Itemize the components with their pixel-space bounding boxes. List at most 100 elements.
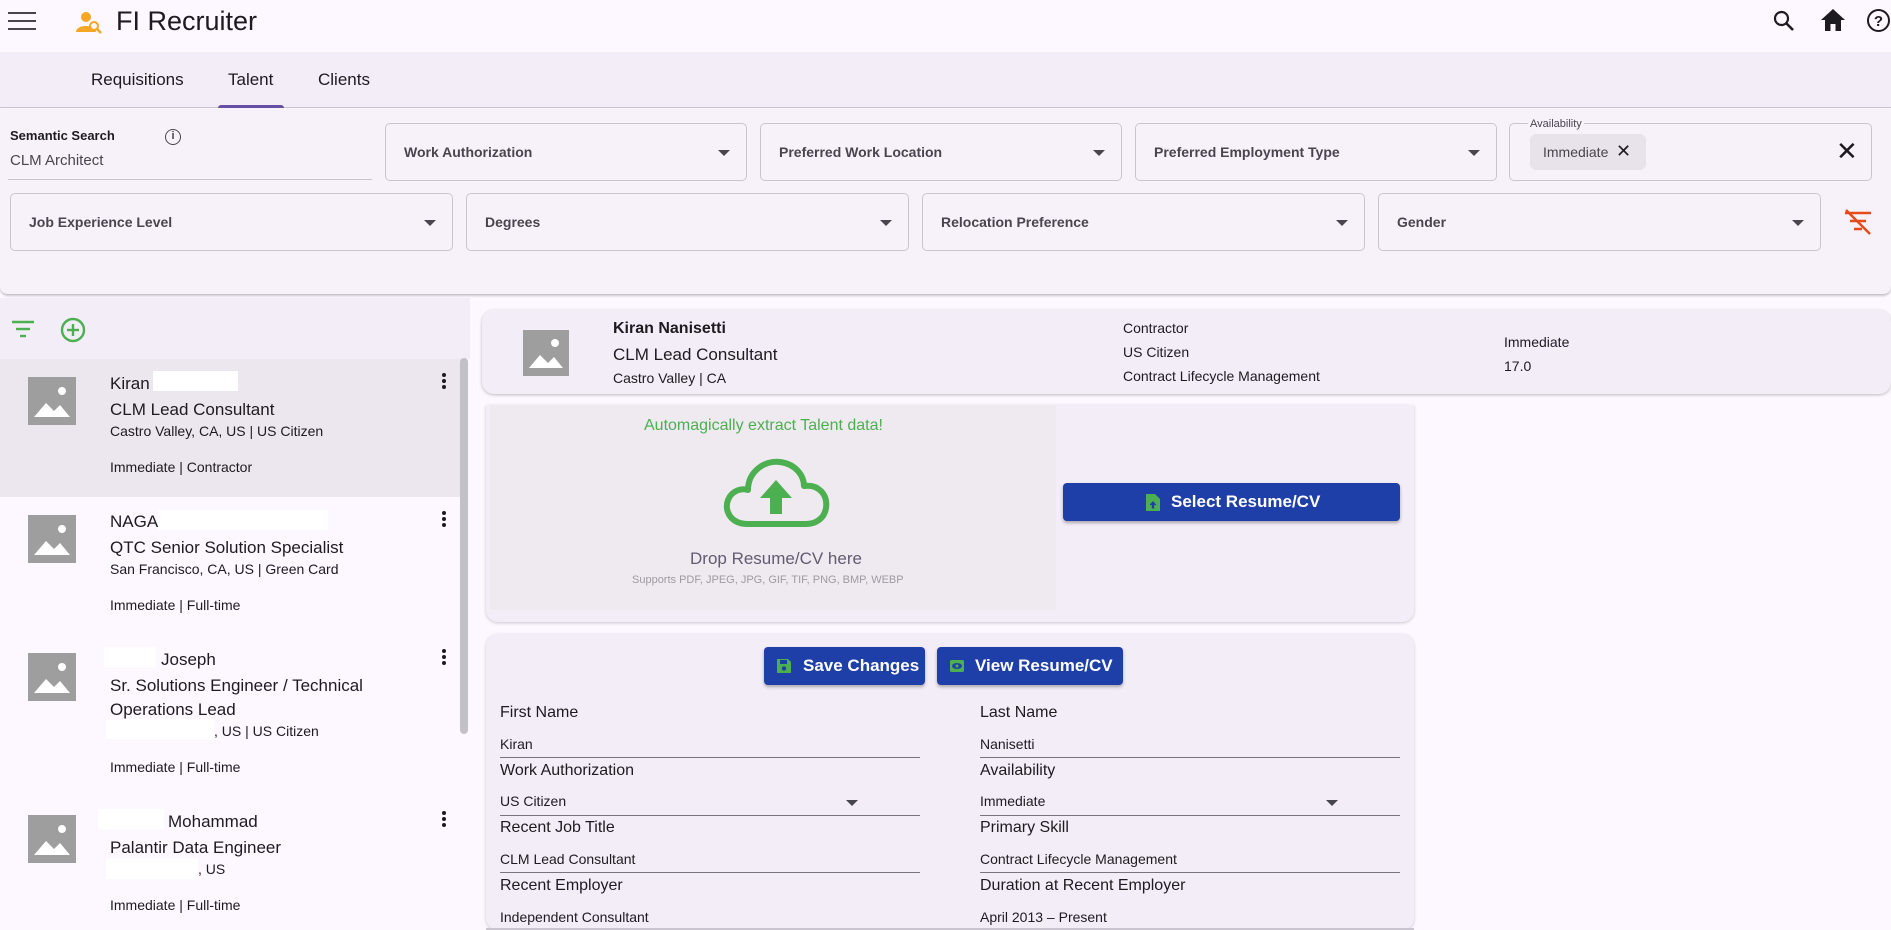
- primary-skill-field[interactable]: Contract Lifecycle Management: [980, 851, 1177, 867]
- chevron-down-icon: [424, 220, 436, 226]
- talent-status: Immediate | Full-time: [110, 597, 241, 613]
- chevron-down-icon: [1336, 220, 1348, 226]
- chevron-down-icon: [1792, 220, 1804, 226]
- more-options-icon[interactable]: [440, 511, 448, 529]
- list-item[interactable]: NAGA QTC Senior Solution Specialist San …: [0, 497, 462, 635]
- duration-label: Duration at Recent Employer: [980, 877, 1186, 894]
- clear-availability-icon[interactable]: ✕: [1836, 138, 1858, 164]
- chip-remove-icon[interactable]: ✕: [1616, 141, 1631, 162]
- list-item[interactable]: Joseph Sr. Solutions Engineer / Technica…: [0, 635, 462, 797]
- tab-talent[interactable]: Talent: [228, 70, 273, 90]
- view-resume-label: View Resume/CV: [975, 656, 1113, 675]
- work-authorization-select[interactable]: Work Authorization: [385, 123, 747, 181]
- view-document-icon: [950, 660, 964, 672]
- redaction: [153, 371, 238, 391]
- recent-job-title-field[interactable]: CLM Lead Consultant: [500, 851, 635, 867]
- talent-title: QTC Senior Solution Specialist: [110, 538, 344, 557]
- work-authorization-field[interactable]: US Citizen: [500, 793, 566, 809]
- job-experience-level-select[interactable]: Job Experience Level: [10, 193, 453, 251]
- relocation-preference-label: Relocation Preference: [941, 214, 1089, 230]
- add-talent-icon[interactable]: [60, 317, 86, 343]
- search-icon[interactable]: [1772, 9, 1796, 33]
- list-item[interactable]: Mohammad Palantir Data Engineer , US Imm…: [0, 797, 462, 930]
- view-resume-button[interactable]: View Resume/CV: [937, 647, 1123, 685]
- summary-experience: 17.0: [1504, 358, 1532, 374]
- chevron-down-icon[interactable]: [1326, 800, 1338, 806]
- avatar: [28, 653, 76, 701]
- select-resume-button[interactable]: Select Resume/CV: [1063, 483, 1400, 521]
- duration-field[interactable]: April 2013 – Present: [980, 909, 1107, 925]
- chevron-down-icon[interactable]: [846, 800, 858, 806]
- recent-job-title-label: Recent Job Title: [500, 819, 615, 836]
- file-upload-icon: [1146, 494, 1160, 511]
- summary-employment-type: Contractor: [1123, 320, 1189, 336]
- summary-work-authorization: US Citizen: [1123, 344, 1190, 360]
- talent-name: Mohammad: [168, 812, 258, 831]
- preferred-employment-type-select[interactable]: Preferred Employment Type: [1135, 123, 1497, 181]
- last-name-label: Last Name: [980, 704, 1058, 721]
- primary-skill-label: Primary Skill: [980, 819, 1069, 836]
- gender-select[interactable]: Gender: [1378, 193, 1821, 251]
- tab-clients[interactable]: Clients: [318, 70, 370, 90]
- svg-text:?: ?: [1874, 13, 1883, 30]
- drop-resume-text: Drop Resume/CV here: [690, 549, 862, 568]
- list-item[interactable]: Kiran CLM Lead Consultant Castro Valley,…: [0, 359, 462, 497]
- avatar: [28, 377, 76, 425]
- talent-title: Palantir Data Engineer: [110, 838, 282, 857]
- info-icon[interactable]: i: [165, 129, 181, 145]
- supported-formats-text: Supports PDF, JPEG, JPG, GIF, TIF, PNG, …: [632, 574, 904, 586]
- more-options-icon[interactable]: [440, 811, 448, 829]
- preferred-work-location-select[interactable]: Preferred Work Location: [760, 123, 1122, 181]
- talent-location: , US: [198, 861, 226, 877]
- summary-availability: Immediate: [1504, 334, 1570, 350]
- chevron-down-icon: [1093, 150, 1105, 156]
- first-name-underline: [500, 757, 920, 758]
- recent-employer-field[interactable]: Independent Consultant: [500, 909, 649, 925]
- filter-list-icon[interactable]: [10, 318, 36, 340]
- semantic-search-underline: [8, 179, 372, 180]
- work-authorization-underline: [500, 815, 920, 816]
- tab-bar: Requisitions Talent Clients: [0, 52, 1891, 108]
- last-name-field[interactable]: Nanisetti: [980, 736, 1034, 752]
- clear-filters-icon[interactable]: [1842, 208, 1874, 236]
- save-changes-button[interactable]: Save Changes: [764, 647, 925, 685]
- talent-title: CLM Lead Consultant: [110, 400, 275, 419]
- more-options-icon[interactable]: [440, 373, 448, 391]
- gender-label: Gender: [1397, 214, 1447, 230]
- semantic-search-input[interactable]: CLM Architect: [10, 152, 103, 169]
- summary-title: CLM Lead Consultant: [613, 345, 778, 364]
- preferred-work-location-label: Preferred Work Location: [779, 144, 943, 160]
- preferred-employment-type-label: Preferred Employment Type: [1154, 144, 1340, 160]
- menu-icon[interactable]: [8, 9, 38, 33]
- talent-status: Immediate | Contractor: [110, 459, 253, 475]
- summary-primary-skill: Contract Lifecycle Management: [1123, 368, 1320, 384]
- select-resume-label: Select Resume/CV: [1171, 492, 1321, 511]
- home-icon[interactable]: [1820, 8, 1846, 32]
- app-title: FI Recruiter: [116, 6, 258, 36]
- upload-headline: Automagically extract Talent data!: [644, 417, 883, 434]
- talent-location: San Francisco, CA, US | Green Card: [110, 561, 339, 577]
- save-changes-label: Save Changes: [803, 656, 920, 675]
- cloud-upload-icon: [723, 458, 830, 527]
- save-icon: [777, 659, 791, 673]
- relocation-preference-select[interactable]: Relocation Preference: [922, 193, 1365, 251]
- avatar: [523, 330, 569, 376]
- redaction: [104, 647, 156, 667]
- availability-chip-label: Immediate: [1543, 144, 1609, 160]
- availability-field-label: Availability: [980, 762, 1056, 779]
- last-name-underline: [980, 757, 1400, 758]
- avatar: [28, 815, 76, 863]
- talent-name: Kiran: [110, 374, 150, 393]
- chevron-down-icon: [1468, 150, 1480, 156]
- degrees-select[interactable]: Degrees: [466, 193, 909, 251]
- first-name-label: First Name: [500, 704, 579, 721]
- redaction: [98, 809, 164, 829]
- list-scrollbar[interactable]: [460, 358, 468, 734]
- semantic-search-label: Semantic Search: [10, 128, 115, 143]
- help-icon[interactable]: ?: [1866, 8, 1891, 33]
- tab-requisitions[interactable]: Requisitions: [91, 70, 184, 90]
- more-options-icon[interactable]: [440, 649, 448, 667]
- first-name-field[interactable]: Kiran: [500, 736, 533, 752]
- talent-location: Castro Valley, CA, US | US Citizen: [110, 423, 324, 439]
- availability-field[interactable]: Immediate: [980, 793, 1045, 809]
